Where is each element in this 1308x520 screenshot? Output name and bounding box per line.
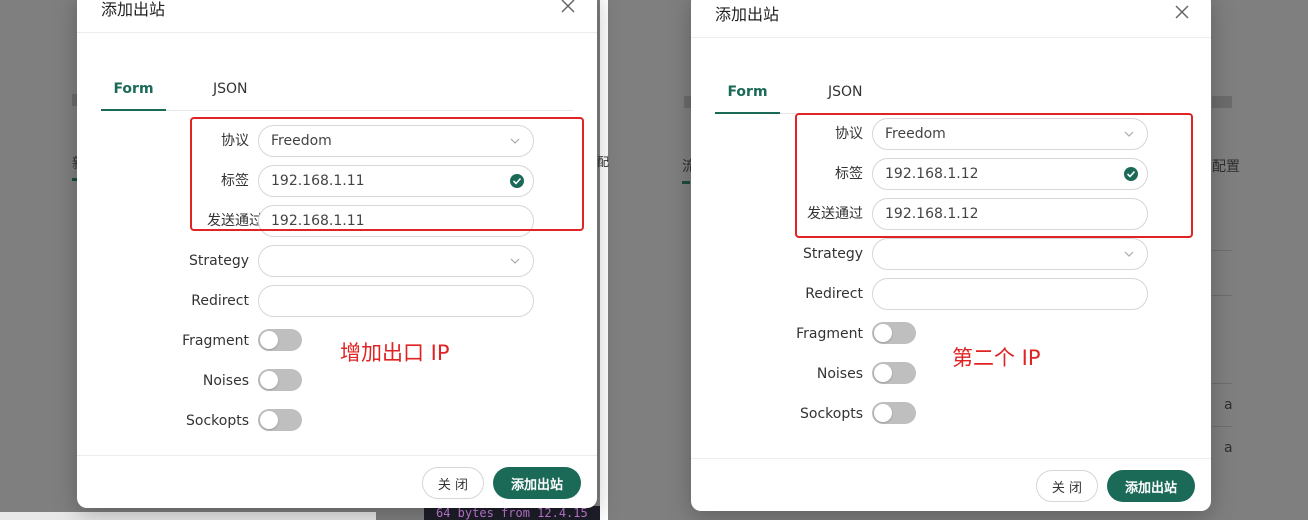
- add-outbound-dialog: 添加出站 Form JSON 协议 Freedom 标签 发送通过 Strate…: [77, 0, 597, 508]
- close-icon[interactable]: [559, 0, 577, 15]
- strategy-select[interactable]: [872, 238, 1148, 270]
- background-divider: [1212, 250, 1232, 251]
- add-outbound-dialog: 添加出站 Form JSON 协议 Freedom 标签 发送通过 Strate…: [691, 0, 1211, 511]
- redirect-label: Redirect: [805, 286, 863, 302]
- background-tab-underline: [682, 181, 690, 184]
- background-text-fragment: 配: [597, 155, 610, 169]
- add-outbound-button[interactable]: 添加出站: [493, 467, 581, 499]
- dialog-title: 添加出站: [715, 5, 780, 24]
- form-row-noises: Noises: [77, 365, 597, 397]
- redirect-input[interactable]: [258, 285, 534, 317]
- strategy-select[interactable]: [258, 245, 534, 277]
- fragment-toggle[interactable]: [872, 322, 916, 344]
- highlight-box: [190, 117, 584, 231]
- noises-toggle[interactable]: [872, 362, 916, 384]
- chevron-down-icon: [510, 258, 520, 264]
- background-text-fragment: a: [1224, 397, 1233, 413]
- fragment-label: Fragment: [796, 326, 863, 342]
- tab-json[interactable]: JSON: [213, 74, 248, 108]
- tab-form[interactable]: Form: [715, 77, 780, 114]
- form-row-sockopts: Sockopts: [691, 398, 1211, 430]
- redirect-label: Redirect: [191, 293, 249, 309]
- dialog-header: 添加出站: [77, 0, 597, 33]
- annotation-text: 第二个 IP: [952, 346, 1041, 370]
- strategy-label: Strategy: [189, 253, 249, 269]
- highlight-box: [795, 113, 1193, 238]
- form-row-strategy: Strategy: [77, 245, 597, 277]
- close-button[interactable]: 关 闭: [422, 467, 484, 499]
- dialog-footer: 关 闭 添加出站: [77, 455, 597, 508]
- form-row-sockopts: Sockopts: [77, 405, 597, 437]
- form-row-fragment: Fragment: [77, 325, 597, 357]
- add-outbound-button[interactable]: 添加出站: [1107, 470, 1195, 502]
- chevron-down-icon: [1124, 251, 1134, 257]
- noises-label: Noises: [816, 366, 863, 382]
- form-row-redirect: Redirect: [691, 278, 1211, 310]
- toggle-knob: [874, 404, 892, 422]
- background-divider: [1212, 295, 1232, 296]
- noises-toggle[interactable]: [258, 369, 302, 391]
- form-row-strategy: Strategy: [691, 238, 1211, 270]
- sockopts-toggle[interactable]: [258, 409, 302, 431]
- tab-form[interactable]: Form: [101, 74, 166, 111]
- dialog-tabs: Form JSON: [101, 66, 573, 111]
- background-text-fragment: 配置: [1212, 159, 1240, 175]
- toggle-knob: [874, 324, 892, 342]
- annotation-text: 增加出口 IP: [340, 341, 450, 365]
- form-row-fragment: Fragment: [691, 318, 1211, 350]
- background-text-fragment: a: [1224, 440, 1233, 456]
- sockopts-label: Sockopts: [186, 413, 249, 429]
- fragment-toggle[interactable]: [258, 329, 302, 351]
- strategy-label: Strategy: [803, 246, 863, 262]
- close-icon[interactable]: [1173, 3, 1191, 21]
- toggle-knob: [260, 331, 278, 349]
- background-divider: [1212, 426, 1232, 427]
- dialog-tabs: Form JSON: [715, 76, 1187, 114]
- redirect-input-field[interactable]: [885, 279, 1115, 309]
- dialog-footer: 关 闭 添加出站: [691, 458, 1211, 511]
- dialog-title: 添加出站: [101, 0, 166, 19]
- toggle-knob: [260, 371, 278, 389]
- background-terminal: 64 bytes from 12.4.15: [424, 506, 600, 520]
- background-divider: [1212, 383, 1232, 384]
- toggle-knob: [260, 411, 278, 429]
- noises-label: Noises: [202, 373, 249, 389]
- toggle-knob: [874, 364, 892, 382]
- background-bar: [1212, 96, 1232, 108]
- redirect-input-field[interactable]: [271, 286, 501, 316]
- sockopts-toggle[interactable]: [872, 402, 916, 424]
- close-button[interactable]: 关 闭: [1036, 470, 1098, 502]
- background-terminal-strip: [0, 512, 376, 520]
- tab-json[interactable]: JSON: [828, 77, 863, 111]
- form-row-noises: Noises: [691, 358, 1211, 390]
- dialog-header: 添加出站: [691, 0, 1211, 38]
- sockopts-label: Sockopts: [800, 406, 863, 422]
- redirect-input[interactable]: [872, 278, 1148, 310]
- fragment-label: Fragment: [182, 333, 249, 349]
- form-row-redirect: Redirect: [77, 285, 597, 317]
